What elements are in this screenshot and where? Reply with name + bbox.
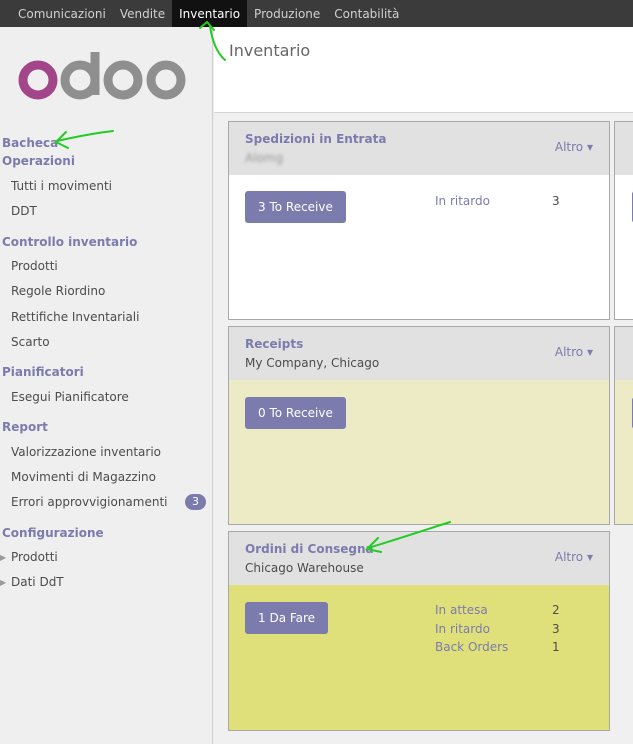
triangle-right-icon: ▶ — [0, 553, 7, 562]
dashboard-card-receipts: Receipts My Company, Chicago Altro ▾ 0 T… — [228, 326, 610, 525]
more-label: Altro — [554, 140, 584, 154]
sidebar-section-report: Report — [2, 420, 48, 434]
to-receive-button[interactable]: 0 To Receive — [245, 397, 346, 429]
back-orders-link[interactable]: Back Orders — [435, 640, 508, 654]
menu-comunicazioni[interactable]: Comunicazioni — [0, 0, 113, 27]
dashboard-card-delivery: Ordini di Consegna Chicago Warehouse Alt… — [228, 531, 610, 731]
sidebar-item-regole-riordino[interactable]: Regole Riordino — [11, 284, 105, 298]
menu-contabilita[interactable]: Contabilità — [327, 0, 406, 27]
sidebar-item-ddt[interactable]: DDT — [11, 204, 37, 218]
waiting-count: 2 — [552, 603, 560, 617]
sidebar-item-bacheca[interactable]: Bacheca — [2, 136, 58, 150]
more-dropdown[interactable]: Altro ▾ — [555, 345, 593, 359]
card-title[interactable]: Receipts — [245, 337, 303, 351]
caret-down-icon: ▾ — [586, 345, 593, 359]
sidebar-item-scarto[interactable]: Scarto — [11, 335, 50, 349]
sidebar-section-controllo-inventario: Controllo inventario — [2, 235, 138, 249]
late-count: 3 — [552, 194, 560, 208]
back-orders-count: 1 — [552, 640, 560, 654]
card-header: Spedizioni in Entrata Alomg Altro ▾ — [229, 122, 609, 175]
sidebar-item-tutti-movimenti[interactable]: Tutti i movimenti — [11, 179, 112, 193]
caret-down-icon: ▾ — [586, 550, 593, 564]
page-title: Inventario — [229, 41, 311, 60]
to-do-button[interactable]: 1 Da Fare — [245, 602, 329, 634]
more-dropdown[interactable]: Altro ▾ — [555, 140, 593, 154]
late-link[interactable]: In ritardo — [435, 194, 490, 208]
errors-count-badge: 3 — [185, 494, 206, 510]
sidebar-item-prodotti[interactable]: Prodotti — [11, 259, 58, 273]
card-header — [615, 327, 633, 380]
sidebar-item-valorizzazione[interactable]: Valorizzazione inventario — [11, 445, 161, 459]
card-subtitle: Alomg — [245, 151, 284, 165]
sidebar-section-operazioni: Operazioni — [2, 154, 75, 168]
card-subtitle: My Company, Chicago — [245, 356, 380, 370]
waiting-link[interactable]: In attesa — [435, 603, 488, 617]
more-label: Altro — [554, 550, 584, 564]
menu-produzione[interactable]: Produzione — [247, 0, 327, 27]
sidebar-item-errori-approvvigionamenti[interactable]: Errori approvvigionamenti — [11, 495, 168, 509]
sidebar-item-rettifiche[interactable]: Rettifiche Inventariali — [11, 310, 139, 324]
sidebar-item-movimenti-magazzino[interactable]: Movimenti di Magazzino — [11, 470, 156, 484]
card-body — [615, 380, 633, 524]
card-title[interactable]: Spedizioni in Entrata — [245, 132, 386, 146]
card-header: Ordini di Consegna Chicago Warehouse Alt… — [229, 532, 609, 585]
sidebar-section-pianificatori: Pianificatori — [2, 365, 84, 379]
top-menu-bar: Comunicazioni Vendite Inventario Produzi… — [0, 0, 633, 27]
menu-inventario[interactable]: Inventario — [172, 0, 248, 27]
odoo-logo[interactable] — [18, 49, 188, 109]
card-subtitle: Chicago Warehouse — [245, 561, 364, 575]
sidebar: Bacheca Operazioni Tutti i movimenti DDT… — [0, 27, 213, 744]
late-count: 3 — [552, 622, 560, 636]
triangle-right-icon: ▶ — [0, 578, 7, 587]
sidebar-item-config-prodotti[interactable]: Prodotti — [11, 550, 58, 564]
more-label: Altro — [554, 345, 584, 359]
card-header — [615, 122, 633, 175]
sidebar-section-configurazione: Configurazione — [2, 526, 104, 540]
late-link[interactable]: In ritardo — [435, 622, 490, 636]
sidebar-item-dati-ddt[interactable]: Dati DdT — [11, 575, 64, 589]
to-receive-button[interactable]: 3 To Receive — [245, 191, 346, 223]
card-title[interactable]: Ordini di Consegna — [245, 542, 374, 556]
sidebar-item-esegui-pianificatore[interactable]: Esegui Pianificatore — [11, 390, 129, 404]
dashboard-card-partial — [614, 326, 633, 525]
more-dropdown[interactable]: Altro ▾ — [555, 550, 593, 564]
caret-down-icon: ▾ — [586, 140, 593, 154]
dashboard-card-partial — [614, 121, 633, 320]
menu-vendite[interactable]: Vendite — [113, 0, 172, 27]
card-header: Receipts My Company, Chicago Altro ▾ — [229, 327, 609, 380]
dashboard-card-incoming: Spedizioni in Entrata Alomg Altro ▾ 3 To… — [228, 121, 610, 320]
